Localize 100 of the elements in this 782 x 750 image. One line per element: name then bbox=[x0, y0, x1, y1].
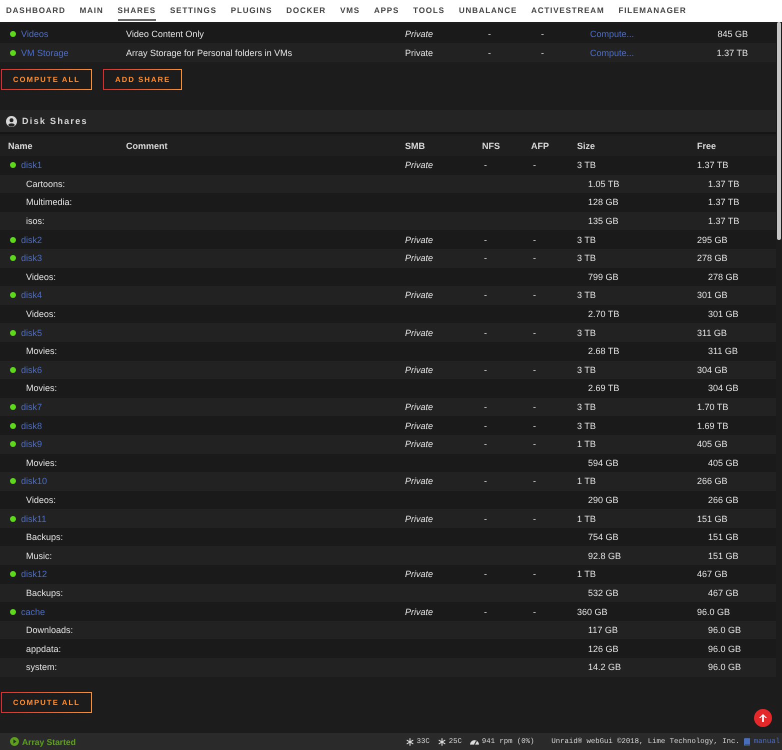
section-title: Disk Shares bbox=[22, 116, 88, 126]
smb-header: SMB bbox=[405, 141, 425, 151]
status-dot-icon bbox=[10, 330, 16, 336]
table-cell: 1 TB bbox=[577, 476, 596, 486]
table-cell: 311 GB bbox=[697, 328, 727, 338]
disk-link[interactable]: disk5 bbox=[21, 328, 42, 338]
disk-link[interactable]: disk10 bbox=[21, 476, 48, 486]
table-cell: isos: bbox=[26, 216, 45, 226]
nav-tab[interactable]: ACTIVESTREAM bbox=[531, 2, 604, 20]
table-cell: 594 GB bbox=[588, 458, 619, 468]
nav-tab[interactable]: SETTINGS bbox=[170, 2, 217, 20]
table-cell: 290 GB bbox=[588, 494, 619, 505]
share-link[interactable]: VM Storage bbox=[21, 48, 69, 58]
name-header: Name bbox=[8, 141, 33, 151]
table-cell: Movies: bbox=[26, 458, 58, 468]
table-cell: Private bbox=[405, 290, 434, 300]
table-cell: 96.0 GB bbox=[708, 662, 742, 672]
disk-link[interactable]: disk12 bbox=[21, 569, 48, 580]
nav-tab[interactable]: UNBALANCE bbox=[458, 2, 518, 20]
table-cell: Private bbox=[405, 439, 434, 450]
disk-link[interactable]: disk2 bbox=[21, 234, 42, 245]
arrow-up-icon bbox=[758, 713, 768, 723]
disk-link[interactable]: disk11 bbox=[21, 514, 46, 524]
disk-link[interactable]: cache bbox=[21, 606, 46, 617]
table-cell-text: - bbox=[483, 402, 487, 412]
nav-tab[interactable]: TOOLS bbox=[413, 2, 445, 20]
table-cell: Videos: bbox=[26, 272, 56, 282]
table-cell-text: - bbox=[532, 402, 536, 412]
table-cell: Private bbox=[405, 28, 434, 38]
nav-tab[interactable]: APPS bbox=[374, 2, 400, 20]
status-dot-icon bbox=[10, 608, 16, 615]
table-cell-text: - bbox=[532, 160, 536, 170]
table-cell-text: - bbox=[483, 606, 487, 617]
table-cell-text: - bbox=[483, 253, 487, 264]
disk-link[interactable]: disk3 bbox=[21, 253, 42, 264]
status-dot-icon bbox=[10, 366, 16, 373]
table-cell: 467 GB bbox=[708, 588, 739, 598]
table-cell-text: - bbox=[532, 234, 536, 245]
status-dot-icon bbox=[10, 441, 16, 448]
status-dot-icon bbox=[10, 516, 16, 522]
nav-tab[interactable]: FILEMANAGER bbox=[618, 2, 686, 20]
user-circle-icon bbox=[6, 116, 17, 126]
table-cell-text: - bbox=[532, 606, 536, 617]
table-cell: 1 TB bbox=[577, 439, 596, 450]
disk-link[interactable]: disk8 bbox=[21, 420, 42, 431]
table-cell-text: - bbox=[483, 514, 487, 524]
table-cell: 96.0 GB bbox=[708, 625, 742, 636]
compute-link[interactable]: Compute... bbox=[590, 28, 634, 38]
scroll-to-top-button[interactable] bbox=[754, 709, 772, 727]
table-cell-text: - bbox=[483, 476, 487, 486]
disk-link[interactable]: disk7 bbox=[21, 402, 42, 412]
table-cell-text: - bbox=[483, 290, 487, 300]
table-cell: Movies: bbox=[26, 383, 58, 394]
table-cell: 754 GB bbox=[588, 532, 619, 542]
table-cell: Private bbox=[405, 328, 434, 338]
table-cell: appdata: bbox=[26, 644, 62, 654]
table-cell: Private bbox=[405, 569, 434, 580]
table-cell-text: - bbox=[540, 48, 544, 58]
free-header: Free bbox=[697, 141, 716, 151]
nav-tab[interactable]: MAIN bbox=[80, 2, 104, 20]
play-circle-icon bbox=[10, 737, 19, 746]
table-cell: 3 TB bbox=[577, 290, 596, 300]
table-cell: 3 TB bbox=[577, 420, 596, 431]
nav-tab[interactable]: DOCKER bbox=[286, 2, 326, 20]
nav-tab[interactable]: PLUGINS bbox=[230, 2, 272, 20]
table-cell: 278 GB bbox=[697, 253, 728, 264]
table-cell-text: - bbox=[532, 569, 536, 580]
table-cell: Downloads: bbox=[26, 625, 74, 636]
table-cell-text: - bbox=[483, 364, 487, 375]
table-cell: 151 GB bbox=[708, 550, 739, 561]
table-cell: Cartoons: bbox=[26, 178, 66, 189]
snowflake-icon bbox=[406, 738, 414, 746]
table-cell: 467 GB bbox=[697, 569, 728, 580]
gauge-icon bbox=[470, 738, 479, 745]
table-cell: 96.0 GB bbox=[697, 606, 730, 617]
status-dot-icon bbox=[10, 236, 16, 243]
table-cell: 278 GB bbox=[708, 272, 739, 282]
table-cell: 14.2 GB bbox=[588, 662, 622, 672]
share-link[interactable]: Videos bbox=[21, 28, 48, 38]
disk-link[interactable]: disk9 bbox=[21, 439, 42, 450]
nav-tab[interactable]: VMS bbox=[340, 2, 360, 20]
table-cell: Private bbox=[405, 606, 434, 617]
table-cell: Private bbox=[405, 253, 434, 264]
table-cell: 126 GB bbox=[588, 644, 619, 654]
table-cell: 3 TB bbox=[577, 402, 596, 412]
disk-link[interactable]: disk4 bbox=[21, 290, 42, 300]
status-dot-icon bbox=[10, 571, 16, 578]
scrollbar-thumb[interactable] bbox=[777, 22, 781, 240]
nav-tab[interactable]: DASHBOARD bbox=[6, 2, 66, 20]
table-cell-text: - bbox=[532, 476, 536, 486]
table-cell: Music: bbox=[26, 550, 52, 561]
table-cell: 1.70 TB bbox=[697, 402, 728, 412]
table-cell: 128 GB bbox=[588, 197, 619, 208]
table-cell: Private bbox=[405, 420, 434, 431]
compute-link[interactable]: Compute... bbox=[590, 48, 634, 58]
disk-link[interactable]: disk6 bbox=[21, 364, 42, 375]
table-cell: 96.0 GB bbox=[708, 644, 742, 654]
disk-link[interactable]: disk1 bbox=[21, 160, 42, 170]
table-cell: 3 TB bbox=[577, 160, 596, 170]
table-cell: 405 GB bbox=[697, 439, 728, 450]
